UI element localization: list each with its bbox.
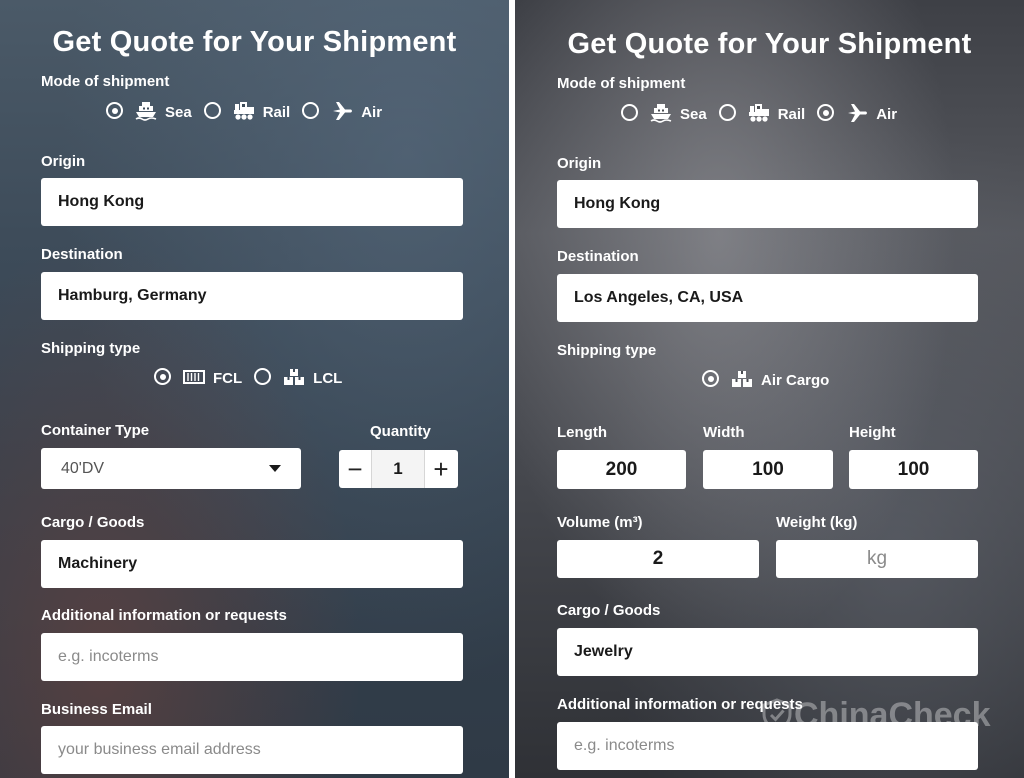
form-title: Get Quote for Your Shipment bbox=[52, 26, 457, 58]
quantity-stepper: − 1 + bbox=[339, 450, 458, 488]
cargo-input[interactable]: Jewelry bbox=[557, 628, 978, 676]
container-type-select[interactable]: 40'DV bbox=[41, 448, 301, 489]
destination-label: Destination bbox=[557, 248, 639, 265]
watermark-text: ChinaCheck bbox=[794, 695, 991, 734]
mode-label-rail[interactable]: Rail bbox=[263, 100, 291, 121]
weight-input[interactable]: kg bbox=[776, 540, 978, 578]
shipping-type-radio-lcl[interactable] bbox=[254, 368, 272, 385]
mode-radio-rail[interactable] bbox=[203, 102, 221, 119]
mode-of-shipment-label: Mode of shipment bbox=[557, 75, 686, 92]
destination-input[interactable]: Los Angeles, CA, USA bbox=[557, 274, 978, 322]
volume-label: Volume (m³) bbox=[557, 514, 643, 531]
mode-radio-rail[interactable] bbox=[718, 104, 736, 121]
mode-radio-air[interactable] bbox=[302, 102, 320, 119]
mode-radio-group: Sea Rail Air bbox=[106, 100, 394, 121]
ship-icon bbox=[650, 103, 672, 123]
mode-label-sea[interactable]: Sea bbox=[165, 100, 192, 121]
boxes-icon bbox=[731, 370, 753, 388]
shipping-type-label-fcl[interactable]: FCL bbox=[213, 366, 242, 387]
height-label: Height bbox=[849, 424, 896, 441]
quantity-decrement-button[interactable]: − bbox=[339, 450, 371, 488]
mode-label-air[interactable]: Air bbox=[876, 102, 897, 123]
mode-label-sea[interactable]: Sea bbox=[680, 102, 707, 123]
origin-input[interactable]: Hong Kong bbox=[557, 180, 978, 228]
origin-label: Origin bbox=[41, 153, 86, 170]
length-label: Length bbox=[557, 424, 607, 441]
mode-radio-sea[interactable] bbox=[106, 102, 123, 119]
airplane-icon bbox=[846, 103, 868, 123]
additional-info-label: Additional information or requests bbox=[41, 607, 287, 624]
origin-label: Origin bbox=[557, 155, 602, 172]
mode-radio-group: Sea Rail Air bbox=[621, 102, 909, 123]
cargo-label: Cargo / Goods bbox=[557, 602, 661, 619]
height-input[interactable]: 100 bbox=[849, 450, 978, 489]
shipping-type-label-air-cargo[interactable]: Air Cargo bbox=[761, 368, 829, 389]
business-email-label: Business Email bbox=[41, 701, 152, 718]
weight-label: Weight (kg) bbox=[776, 514, 858, 531]
width-input[interactable]: 100 bbox=[703, 450, 833, 489]
quantity-label: Quantity bbox=[370, 423, 431, 440]
shipping-type-label: Shipping type bbox=[41, 340, 141, 357]
mode-label-air[interactable]: Air bbox=[361, 100, 382, 121]
cargo-label: Cargo / Goods bbox=[41, 514, 145, 531]
quantity-increment-button[interactable]: + bbox=[425, 450, 457, 488]
shield-check-icon bbox=[762, 698, 792, 732]
shipping-type-label-lcl[interactable]: LCL bbox=[313, 366, 342, 387]
chinacheck-watermark: ChinaCheck bbox=[760, 690, 1024, 740]
business-email-input[interactable]: your business email address bbox=[41, 726, 463, 774]
destination-input[interactable]: Hamburg, Germany bbox=[41, 272, 463, 320]
ship-icon bbox=[135, 101, 157, 121]
mode-radio-air[interactable] bbox=[817, 104, 835, 121]
mode-label-rail[interactable]: Rail bbox=[778, 102, 806, 123]
air-quote-form-panel: Get Quote for Your Shipment Mode of ship… bbox=[515, 0, 1024, 778]
origin-input[interactable]: Hong Kong bbox=[41, 178, 463, 226]
shipping-type-radio-fcl[interactable] bbox=[154, 368, 171, 385]
mode-of-shipment-label: Mode of shipment bbox=[41, 73, 170, 90]
container-type-value: 40'DV bbox=[61, 459, 105, 477]
length-input[interactable]: 200 bbox=[557, 450, 686, 489]
form-title: Get Quote for Your Shipment bbox=[567, 28, 972, 60]
boxes-icon bbox=[283, 368, 305, 386]
caret-down-icon bbox=[269, 465, 281, 472]
shipping-type-radio-group: Air Cargo bbox=[702, 368, 841, 389]
shipping-type-radio-group: FCL LCL bbox=[154, 366, 354, 387]
mode-radio-sea[interactable] bbox=[621, 104, 638, 121]
additional-info-input[interactable]: e.g. incoterms bbox=[41, 633, 463, 681]
volume-input[interactable]: 2 bbox=[557, 540, 759, 578]
shipping-type-radio-air-cargo[interactable] bbox=[702, 370, 719, 387]
width-label: Width bbox=[703, 424, 745, 441]
quantity-value[interactable]: 1 bbox=[371, 450, 425, 488]
airplane-icon bbox=[331, 101, 353, 121]
container-type-label: Container Type bbox=[41, 422, 150, 439]
container-icon bbox=[183, 369, 205, 385]
train-icon bbox=[233, 101, 255, 121]
train-icon bbox=[748, 103, 770, 123]
cargo-input[interactable]: Machinery bbox=[41, 540, 463, 588]
sea-quote-form-panel: Get Quote for Your Shipment Mode of ship… bbox=[0, 0, 509, 778]
destination-label: Destination bbox=[41, 246, 123, 263]
shipping-type-label: Shipping type bbox=[557, 342, 657, 359]
